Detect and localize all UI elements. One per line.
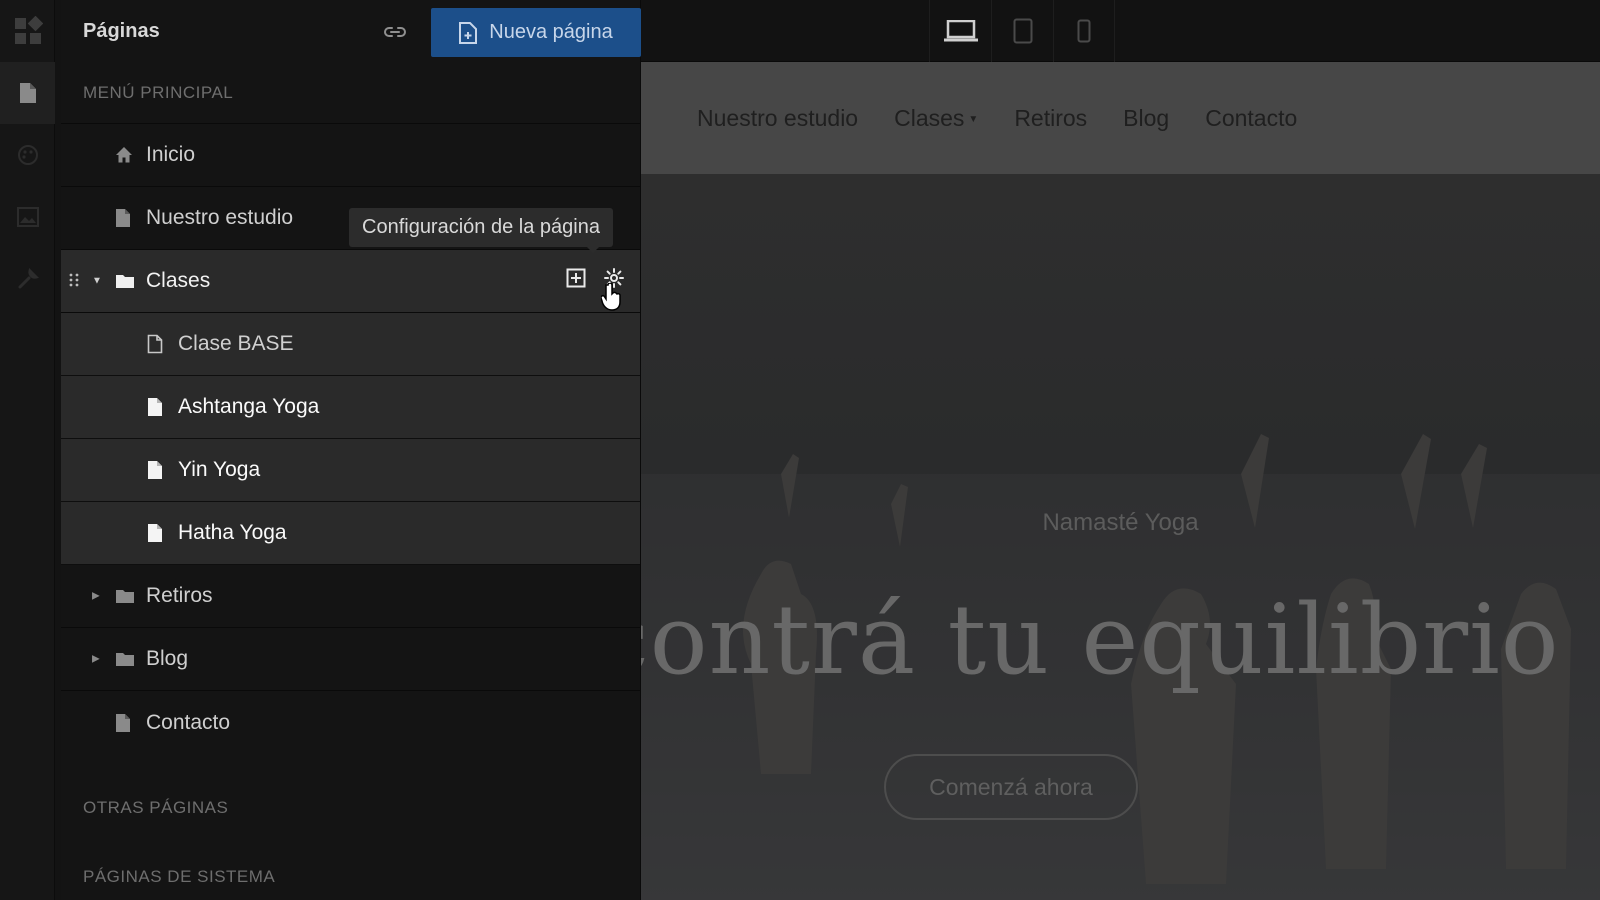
- mobile-view-button[interactable]: [1053, 0, 1115, 62]
- expand-caret-icon[interactable]: ▶: [92, 654, 100, 665]
- pages-panel: Páginas Nueva página MENÚ PRINCIPAL Inic…: [61, 0, 641, 900]
- dropdown-caret-icon: ▼: [968, 113, 979, 125]
- page-outline-icon: [147, 334, 163, 354]
- panel-header: Páginas Nueva página: [61, 0, 641, 62]
- other-pages-label: OTRAS PÁGINAS: [83, 798, 229, 817]
- media-button[interactable]: [0, 186, 55, 248]
- pages-button[interactable]: [0, 62, 55, 124]
- page-item-ashtanga-yoga[interactable]: Ashtanga Yoga: [61, 376, 640, 439]
- hero-cta-button[interactable]: Comenzá ahora: [884, 754, 1138, 820]
- new-page-label: Nueva página: [489, 21, 613, 43]
- link-icon: [384, 27, 406, 37]
- site-nav: Nuestro estudio Clases ▼ Retiros Blog Con…: [641, 62, 1600, 174]
- site-nav-item[interactable]: Nuestro estudio: [697, 105, 858, 132]
- drag-handle-icon[interactable]: [69, 269, 79, 293]
- desktop-icon: [943, 20, 978, 42]
- page-item-label: Inicio: [146, 143, 196, 166]
- link-button[interactable]: [383, 20, 407, 44]
- image-icon: [16, 207, 39, 227]
- hand-cursor-icon: [601, 283, 621, 311]
- settings-button[interactable]: [0, 248, 55, 310]
- site-nav-item[interactable]: Blog: [1123, 105, 1169, 132]
- page-item-hatha-yoga[interactable]: Hatha Yoga: [61, 502, 640, 565]
- device-toolbar: [641, 0, 1600, 62]
- page-item-label: Blog: [146, 647, 189, 670]
- page-item-retiros[interactable]: ▶ Retiros: [61, 565, 640, 628]
- collapse-caret-icon[interactable]: ▼: [92, 276, 102, 287]
- page-icon: [147, 397, 163, 417]
- dashboard-icon: [14, 16, 43, 44]
- icon-rail: [0, 0, 55, 900]
- hero-title: contrá tu equilibrio: [641, 584, 1560, 696]
- site-nav-item[interactable]: Retiros: [1014, 105, 1087, 132]
- add-subpage-button[interactable]: [566, 268, 586, 294]
- page-item-label: Contacto: [146, 710, 231, 734]
- page-icon: [147, 460, 163, 480]
- new-page-icon: [459, 21, 478, 44]
- wrench-icon: [18, 268, 39, 289]
- hero-section: Namasté Yoga contrá tu equilibrio Comenz…: [641, 174, 1600, 900]
- home-icon: [115, 146, 133, 164]
- tablet-icon: [1013, 18, 1032, 44]
- site-nav-item[interactable]: Contacto: [1205, 105, 1297, 132]
- panel-title: Páginas: [83, 19, 160, 42]
- page-item-contacto[interactable]: Contacto: [61, 691, 640, 754]
- page-settings-tooltip: Configuración de la página: [349, 208, 613, 253]
- folder-icon: [115, 273, 135, 289]
- page-item-clase-base[interactable]: Clase BASE: [61, 313, 640, 376]
- folder-icon: [115, 588, 135, 604]
- page-item-yin-yoga[interactable]: Yin Yoga: [61, 439, 640, 502]
- system-pages-label: PÁGINAS DE SISTEMA: [83, 867, 276, 886]
- folder-icon: [115, 651, 135, 667]
- page-icon: [147, 523, 163, 543]
- page-item-clases[interactable]: ▼ Clases: [61, 250, 640, 313]
- page-item-label: Clase BASE: [178, 332, 294, 355]
- dashboard-button[interactable]: [0, 0, 55, 62]
- page-icon: [19, 83, 36, 103]
- page-icon: [115, 713, 131, 733]
- site-nav-item-clases[interactable]: Clases ▼: [894, 105, 978, 132]
- new-page-button[interactable]: Nueva página: [431, 8, 641, 57]
- add-icon: [566, 268, 586, 288]
- page-item-label: Hatha Yoga: [178, 521, 287, 544]
- page-item-inicio[interactable]: Inicio: [61, 124, 640, 187]
- desktop-view-button[interactable]: [929, 0, 991, 62]
- page-item-label: Retiros: [146, 584, 213, 607]
- page-item-label: Ashtanga Yoga: [178, 395, 320, 418]
- expand-caret-icon[interactable]: ▶: [92, 591, 100, 602]
- site-preview[interactable]: Nuestro estudio Clases ▼ Retiros Blog Con…: [641, 62, 1600, 900]
- tablet-view-button[interactable]: [991, 0, 1053, 62]
- design-button[interactable]: [0, 124, 55, 186]
- page-item-label: Yin Yoga: [178, 458, 261, 481]
- main-menu-label: MENÚ PRINCIPAL: [61, 62, 640, 124]
- site-nav-item-label: Clases: [894, 104, 965, 131]
- page-item-label: Nuestro estudio: [146, 206, 294, 229]
- palette-icon: [17, 145, 38, 165]
- page-item-blog[interactable]: ▶ Blog: [61, 628, 640, 691]
- hero-subtitle: Namasté Yoga: [1042, 509, 1199, 536]
- page-icon: [115, 208, 131, 228]
- mobile-icon: [1077, 19, 1091, 43]
- page-item-label: Clases: [146, 269, 211, 292]
